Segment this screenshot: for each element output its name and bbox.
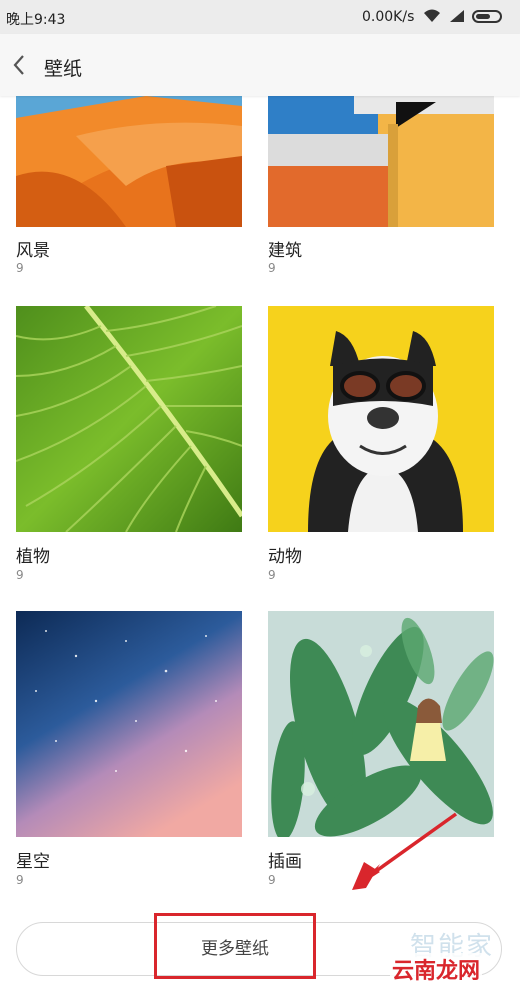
category-name: 建筑 [268, 241, 302, 261]
architecture-thumbnail [268, 96, 494, 227]
category-count: 9 [268, 261, 276, 275]
category-card-starry-sky[interactable]: 星空 9 [16, 611, 242, 891]
network-speed: 0.00K/s [362, 9, 415, 25]
chevron-left-icon[interactable] [8, 52, 32, 78]
animals-thumbnail [268, 306, 494, 532]
starry-sky-thumbnail [16, 611, 242, 837]
category-card-animals[interactable]: 动物 9 [268, 306, 494, 586]
status-time: 晚上9:43 [6, 12, 66, 28]
status-bar: 晚上9:43 0.00K/s [0, 0, 520, 34]
watermark-bottom: 云南龙网 [390, 953, 483, 985]
category-count: 9 [268, 873, 276, 887]
category-count: 9 [16, 261, 24, 275]
page-title: 壁纸 [44, 58, 83, 80]
category-count: 9 [16, 873, 24, 887]
more-wallpapers-button[interactable]: 更多壁纸 [154, 913, 316, 979]
category-card-architecture[interactable]: 建筑 9 [268, 96, 494, 276]
landscape-thumbnail [16, 96, 242, 227]
category-name: 植物 [16, 547, 50, 567]
battery-icon [472, 10, 502, 23]
plants-thumbnail [16, 306, 242, 532]
app-bar: 壁纸 [0, 34, 520, 96]
arrow-annotation-icon [352, 812, 458, 890]
category-card-landscape[interactable]: 风景 9 [16, 96, 242, 276]
category-name: 星空 [16, 852, 50, 872]
illustration-thumbnail [268, 611, 494, 837]
category-count: 9 [268, 568, 276, 582]
category-name: 动物 [268, 547, 302, 567]
category-name: 风景 [16, 241, 50, 261]
category-name: 插画 [268, 852, 302, 872]
category-card-plants[interactable]: 植物 9 [16, 306, 242, 586]
category-count: 9 [16, 568, 24, 582]
signal-icon [450, 10, 464, 22]
wifi-icon [424, 9, 440, 22]
